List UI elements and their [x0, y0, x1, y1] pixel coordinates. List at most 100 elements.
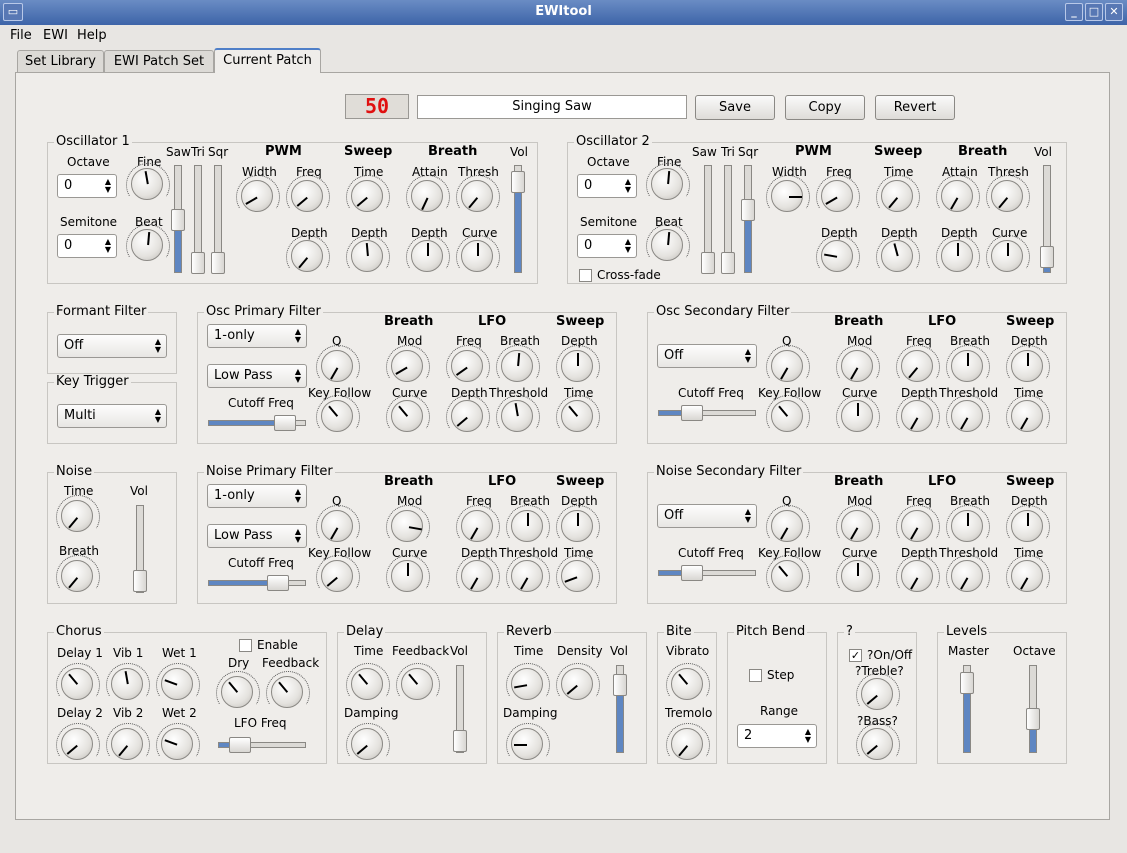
opf-lfo-freq-knob[interactable]: [451, 350, 483, 382]
osc1-curve-knob[interactable]: [461, 240, 493, 272]
delay-damping-knob[interactable]: [351, 728, 383, 760]
save-button[interactable]: Save: [695, 95, 775, 120]
chorus-delay2-knob[interactable]: [61, 728, 93, 760]
osc2-octave-spinbox[interactable]: 0 ▲ ▼: [577, 174, 637, 198]
osc1-octave-spinbox[interactable]: 0 ▲ ▼: [57, 174, 117, 198]
nsf-sweep-depth-knob[interactable]: [1011, 510, 1043, 542]
master-level-slider[interactable]: [960, 665, 974, 753]
npf-keyfollow-knob[interactable]: [321, 560, 353, 592]
osc1-pwm-freq-knob[interactable]: [291, 180, 323, 212]
noise-breath-knob[interactable]: [61, 560, 93, 592]
nsf-mod-knob[interactable]: [841, 510, 873, 542]
osf-sweep-time-knob[interactable]: [1011, 400, 1043, 432]
chorus-wet1-knob[interactable]: [161, 668, 193, 700]
unknown-onoff-checkbox[interactable]: ✓: [849, 649, 862, 662]
npf-type-combo[interactable]: Low Pass ▲ ▼: [207, 524, 307, 548]
menu-ewi[interactable]: EWI: [43, 28, 68, 43]
osc1-sweep-depth-knob[interactable]: [351, 240, 383, 272]
tab-ewi-patch-set[interactable]: EWI Patch Set: [104, 50, 214, 72]
tab-current-patch[interactable]: Current Patch: [214, 48, 321, 73]
osc2-vol-slider[interactable]: [1040, 165, 1054, 273]
bite-tremolo-knob[interactable]: [671, 728, 703, 760]
npf-lfo-threshold-knob[interactable]: [511, 560, 543, 592]
osf-lfo-freq-knob[interactable]: [901, 350, 933, 382]
delay-time-knob[interactable]: [351, 668, 383, 700]
patch-name-field[interactable]: Singing Saw: [417, 95, 687, 119]
nsf-lfo-threshold-knob[interactable]: [951, 560, 983, 592]
npf-sweep-depth-knob[interactable]: [561, 510, 593, 542]
osf-sweep-depth-knob[interactable]: [1011, 350, 1043, 382]
nsf-mode-combo[interactable]: Off ▲ ▼: [657, 504, 757, 528]
opf-mode-combo[interactable]: 1-only ▲ ▼: [207, 324, 307, 348]
npf-mode-combo[interactable]: 1-only ▲ ▼: [207, 484, 307, 508]
pitchbend-range-spinbox[interactable]: 2 ▲ ▼: [737, 724, 817, 748]
nsf-sweep-time-knob[interactable]: [1011, 560, 1043, 592]
npf-lfo-freq-knob[interactable]: [461, 510, 493, 542]
bite-vibrato-knob[interactable]: [671, 668, 703, 700]
osc2-pwm-freq-knob[interactable]: [821, 180, 853, 212]
osc2-sweep-depth-knob[interactable]: [881, 240, 913, 272]
opf-lfo-depth-knob[interactable]: [451, 400, 483, 432]
chorus-wet2-knob[interactable]: [161, 728, 193, 760]
chorus-vib2-knob[interactable]: [111, 728, 143, 760]
osc2-fine-knob[interactable]: [651, 168, 683, 200]
chorus-vib1-knob[interactable]: [111, 668, 143, 700]
delay-feedback-knob[interactable]: [401, 668, 433, 700]
key-trigger-combo[interactable]: Multi ▲ ▼: [57, 404, 167, 428]
opf-lfo-threshold-knob[interactable]: [501, 400, 533, 432]
close-icon[interactable]: ✕: [1105, 3, 1123, 21]
menu-file[interactable]: File: [10, 28, 32, 43]
octave-level-slider[interactable]: [1026, 665, 1040, 753]
opf-cutoff-slider[interactable]: [208, 415, 306, 431]
npf-sweep-time-knob[interactable]: [561, 560, 593, 592]
osf-mode-combo[interactable]: Off ▲ ▼: [657, 344, 757, 368]
osc2-sqr-slider[interactable]: [741, 165, 755, 273]
opf-lfo-breath-knob[interactable]: [501, 350, 533, 382]
nsf-keyfollow-knob[interactable]: [771, 560, 803, 592]
osc2-semitone-spinbox[interactable]: 0 ▲ ▼: [577, 234, 637, 258]
osc1-breath-depth-knob[interactable]: [411, 240, 443, 272]
revert-button[interactable]: Revert: [875, 95, 955, 120]
osc2-tri-slider[interactable]: [721, 165, 735, 274]
noise-time-knob[interactable]: [61, 500, 93, 532]
npf-lfo-depth-knob[interactable]: [461, 560, 493, 592]
osc2-pwm-depth-knob[interactable]: [821, 240, 853, 272]
nsf-q-knob[interactable]: [771, 510, 803, 542]
osc2-attain-knob[interactable]: [941, 180, 973, 212]
osf-cutoff-slider[interactable]: [658, 405, 756, 421]
osc2-breath-depth-knob[interactable]: [941, 240, 973, 272]
npf-lfo-breath-knob[interactable]: [511, 510, 543, 542]
osf-lfo-depth-knob[interactable]: [901, 400, 933, 432]
formant-filter-combo[interactable]: Off ▲ ▼: [57, 334, 167, 358]
osf-q-knob[interactable]: [771, 350, 803, 382]
osc1-sqr-slider[interactable]: [211, 165, 225, 274]
window-menu-icon[interactable]: ▭: [3, 3, 23, 21]
chorus-lfofreq-slider[interactable]: [218, 737, 306, 753]
osc2-curve-knob[interactable]: [991, 240, 1023, 272]
opf-curve-knob[interactable]: [391, 400, 423, 432]
osc1-tri-slider[interactable]: [191, 165, 205, 274]
chorus-enable-checkbox[interactable]: [239, 639, 252, 652]
osc1-beat-knob[interactable]: [131, 229, 163, 261]
opf-keyfollow-knob[interactable]: [321, 400, 353, 432]
opf-sweep-time-knob[interactable]: [561, 400, 593, 432]
opf-mod-knob[interactable]: [391, 350, 423, 382]
reverb-vol-slider[interactable]: [613, 665, 627, 753]
chorus-dry-knob[interactable]: [221, 676, 253, 708]
osc1-vol-slider[interactable]: [511, 165, 525, 273]
nsf-lfo-depth-knob[interactable]: [901, 560, 933, 592]
osc2-pwm-width-knob[interactable]: [771, 180, 803, 212]
nsf-cutoff-slider[interactable]: [658, 565, 756, 581]
npf-mod-knob[interactable]: [391, 510, 423, 542]
osc1-pwm-depth-knob[interactable]: [291, 240, 323, 272]
noise-vol-slider[interactable]: [133, 505, 147, 593]
delay-vol-slider[interactable]: [453, 665, 467, 753]
osc2-sweep-time-knob[interactable]: [881, 180, 913, 212]
osc2-thresh-knob[interactable]: [991, 180, 1023, 212]
osf-mod-knob[interactable]: [841, 350, 873, 382]
osf-lfo-threshold-knob[interactable]: [951, 400, 983, 432]
nsf-lfo-freq-knob[interactable]: [901, 510, 933, 542]
osf-curve-knob[interactable]: [841, 400, 873, 432]
minimize-icon[interactable]: _: [1065, 3, 1083, 21]
reverb-density-knob[interactable]: [561, 668, 593, 700]
